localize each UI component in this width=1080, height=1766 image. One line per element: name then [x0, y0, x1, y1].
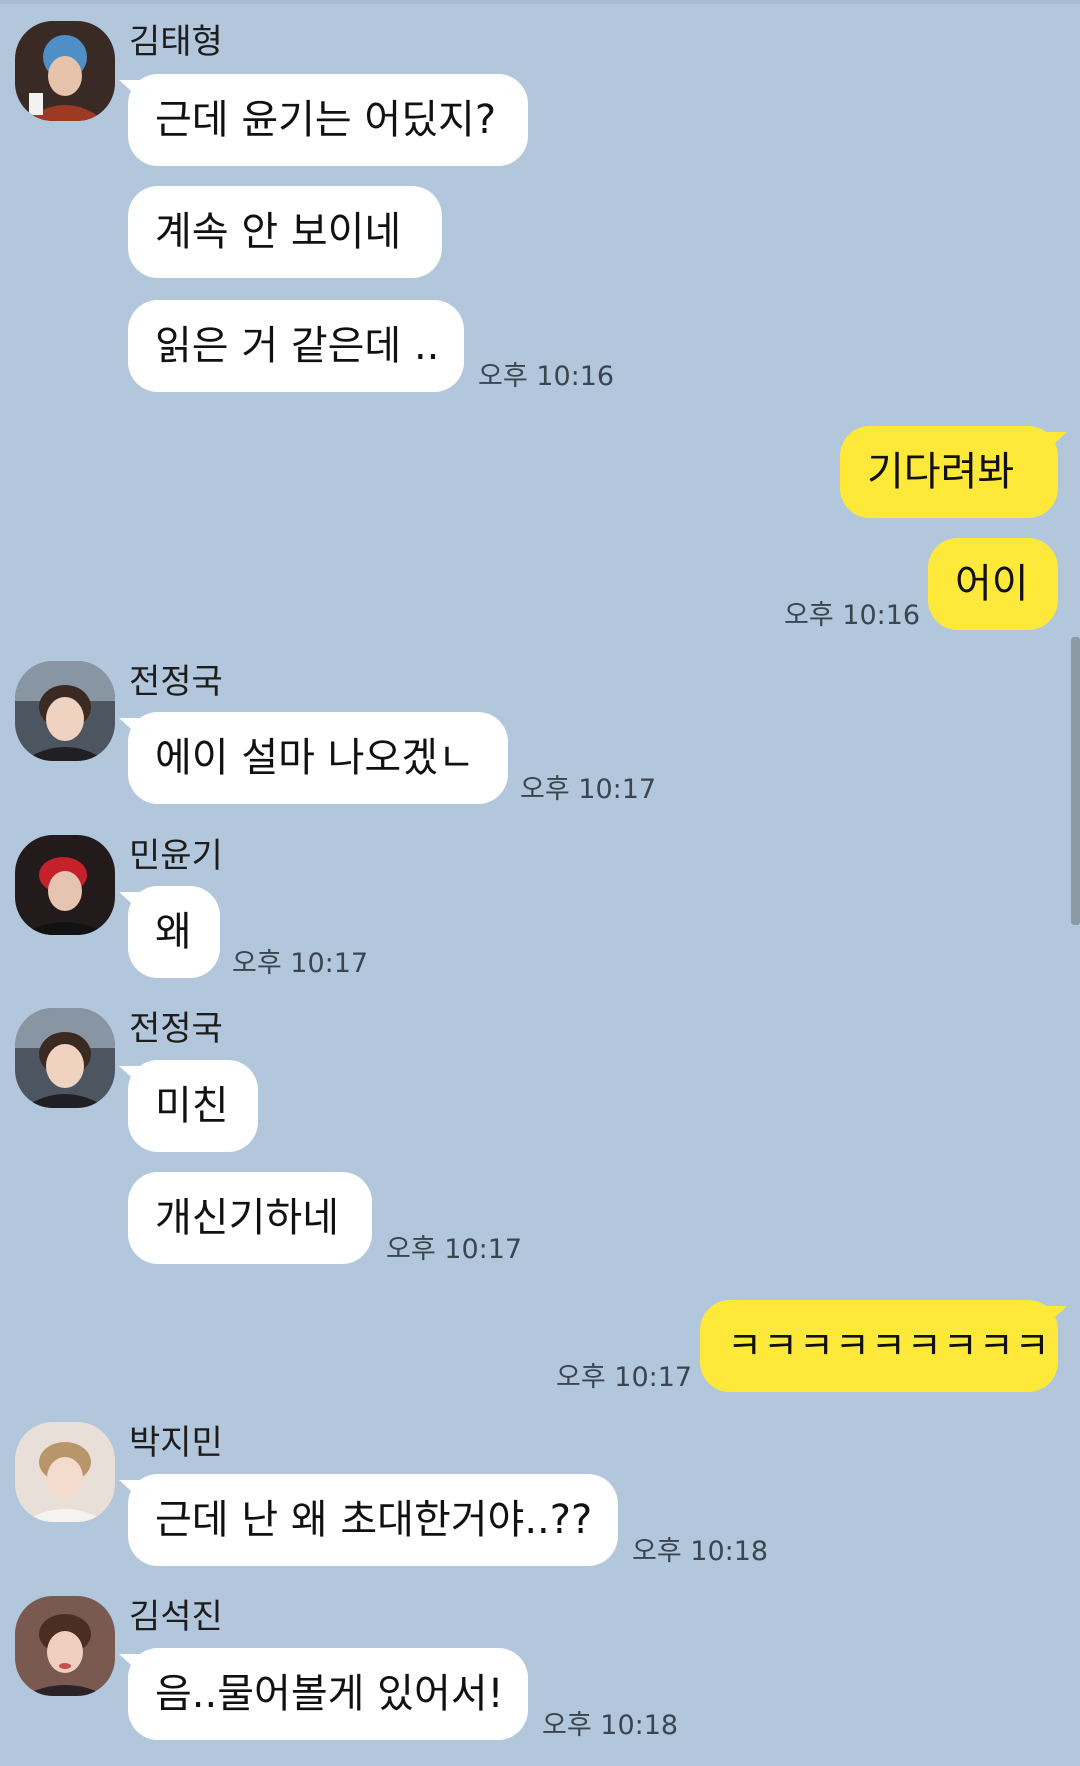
message-bubble[interactable]: 음..물어볼게 있어서!: [119, 1648, 528, 1740]
message-time: 오후 10:17: [232, 948, 369, 979]
message-bubble[interactable]: 미친: [119, 1060, 258, 1152]
avatar[interactable]: [15, 1596, 115, 1696]
avatar[interactable]: [15, 661, 115, 761]
top-divider: [0, 0, 1080, 4]
message-bubble[interactable]: 개신기하네: [128, 1172, 372, 1264]
avatar[interactable]: [15, 835, 115, 935]
message-bubble[interactable]: 근데 윤기는 어딨지?: [119, 74, 528, 166]
message-bubble[interactable]: 읽은 거 같은데 ..: [128, 300, 464, 392]
sender-name: 전정국: [129, 662, 223, 702]
sender-name: 김태형: [129, 22, 223, 62]
scrollbar[interactable]: [1071, 637, 1080, 925]
my-message-bubble[interactable]: 기다려봐: [840, 426, 1067, 518]
my-message-bubble[interactable]: ㅋㅋㅋㅋㅋㅋㅋㅋㅋ: [700, 1300, 1067, 1392]
message-time: 오후 10:17: [556, 1362, 693, 1393]
message-time: 오후 10:17: [386, 1234, 523, 1265]
message-bubble[interactable]: 왜: [119, 886, 220, 978]
message-time: 오후 10:17: [520, 774, 657, 805]
message-time: 오후 10:18: [632, 1536, 769, 1567]
sender-name: 박지민: [129, 1423, 223, 1463]
chat-room[interactable]: 김태형 근데 윤기는 어딨지? 계속 안 보이네 읽은 거 같은데 .. 오후 …: [0, 0, 1080, 1766]
avatar[interactable]: [15, 21, 115, 121]
message-bubble[interactable]: 계속 안 보이네: [128, 186, 442, 278]
message-time: 오후 10:16: [784, 600, 921, 631]
message-bubble[interactable]: 근데 난 왜 초대한거야..??: [119, 1474, 618, 1566]
avatar[interactable]: [15, 1008, 115, 1108]
sender-name: 민윤기: [129, 836, 223, 876]
message-time: 오후 10:18: [542, 1710, 679, 1741]
avatar[interactable]: [15, 1422, 115, 1522]
my-message-bubble[interactable]: 어이: [928, 538, 1058, 630]
message-time: 오후 10:16: [478, 361, 615, 392]
sender-name: 김석진: [129, 1597, 223, 1637]
sender-name: 전정국: [129, 1009, 223, 1049]
message-bubble[interactable]: 에이 설마 나오겠ㄴ: [119, 712, 508, 804]
